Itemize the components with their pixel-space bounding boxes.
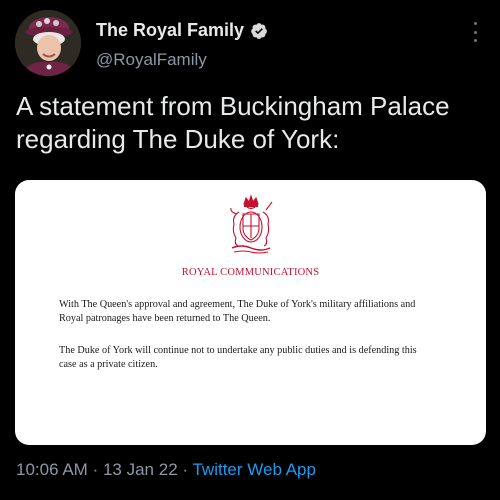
verified-badge-icon (250, 22, 268, 40)
meta-separator: · (182, 460, 189, 479)
tweet-text: A statement from Buckingham Palace regar… (16, 91, 450, 154)
royal-crest-icon (230, 194, 273, 254)
more-options-icon[interactable] (472, 22, 478, 42)
tweet-date[interactable]: 13 Jan 22 (103, 460, 178, 479)
profile-avatar-image (15, 10, 81, 76)
meta-separator: · (92, 460, 99, 479)
account-handle[interactable]: @RoyalFamily (96, 50, 207, 70)
statement-paragraph-1: With The Queen's approval and agreement,… (59, 299, 416, 324)
tweet-time[interactable]: 10:06 AM (16, 460, 88, 479)
account-name-row[interactable]: The Royal Family (96, 20, 268, 41)
statement-paragraph-2: The Duke of York will continue not to un… (59, 345, 417, 370)
tweet-source-link[interactable]: Twitter Web App (192, 460, 315, 479)
avatar[interactable] (15, 10, 81, 76)
tweet-media-image[interactable]: ROYAL COMMUNICATIONS With The Queen's ap… (15, 180, 486, 445)
royal-communications-header: ROYAL COMMUNICATIONS (181, 267, 320, 278)
display-name[interactable]: The Royal Family (96, 20, 244, 41)
tweet-metadata: 10:06 AM · 13 Jan 22 · Twitter Web App (16, 460, 316, 480)
